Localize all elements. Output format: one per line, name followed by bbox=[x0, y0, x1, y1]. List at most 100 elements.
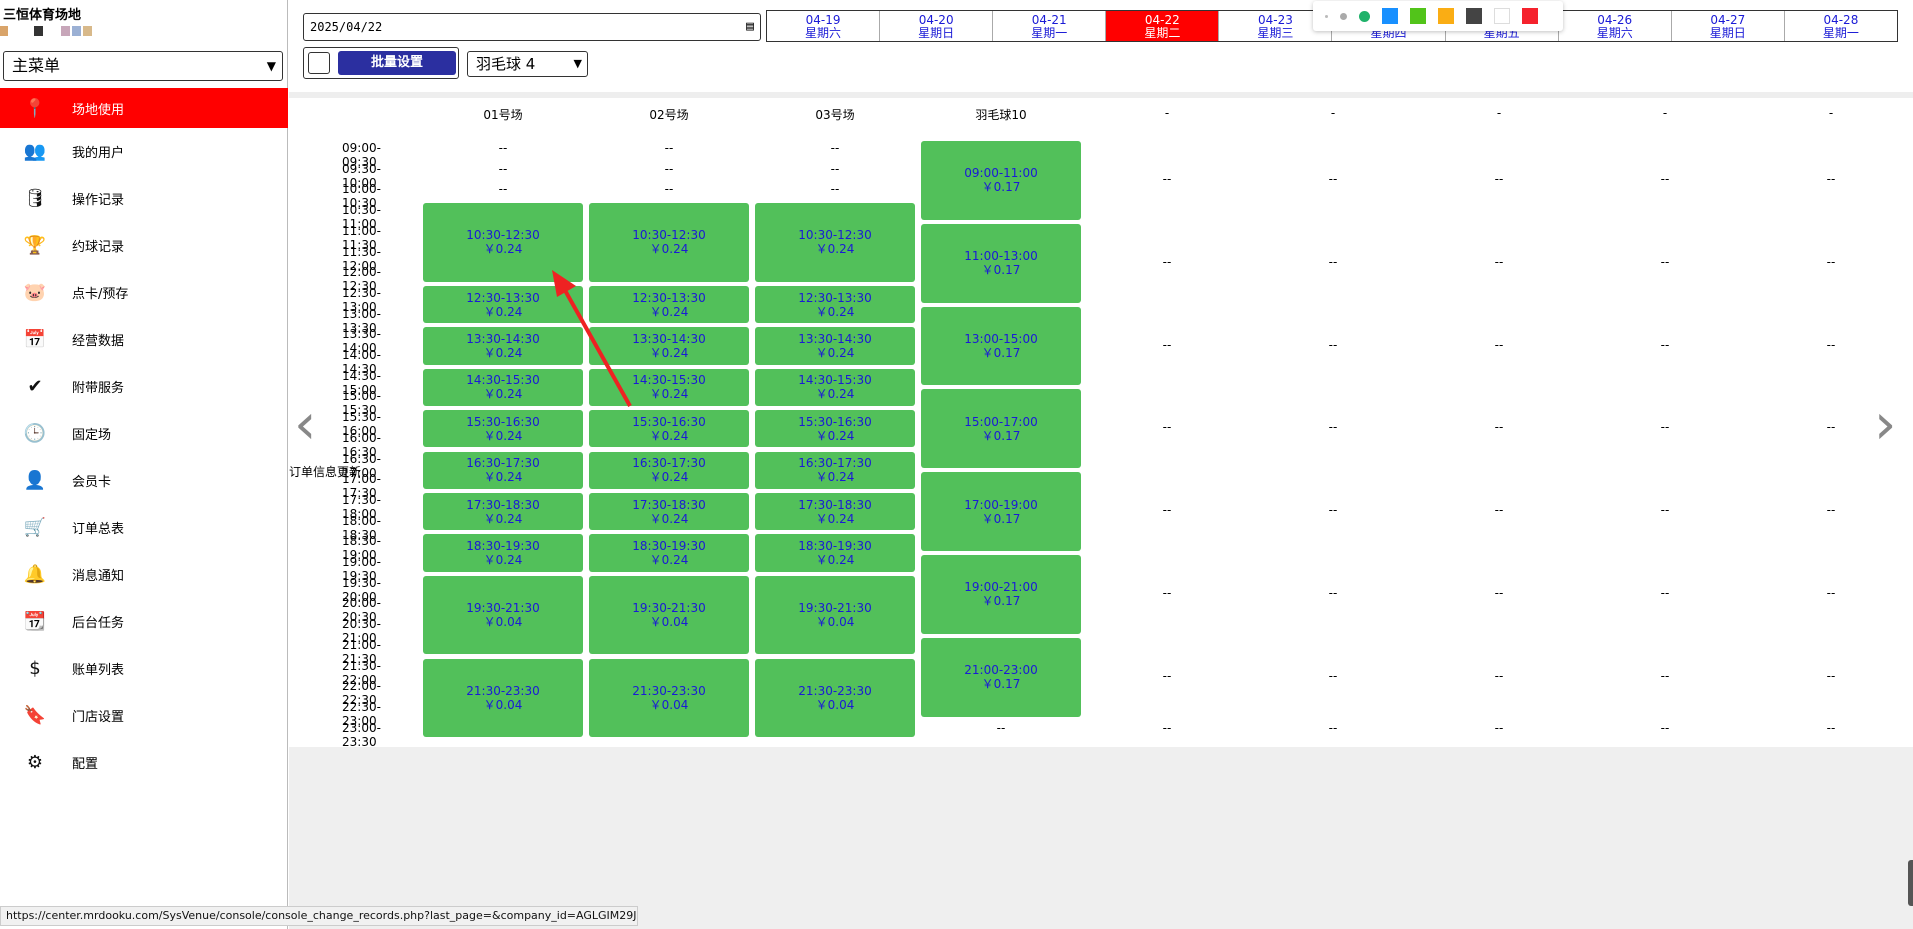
booking-slot[interactable]: 21:00-23:00 ￥0.17 bbox=[921, 637, 1081, 717]
booking-slot[interactable]: 19:00-21:00 ￥0.17 bbox=[921, 555, 1081, 634]
small-dot-size-icon[interactable] bbox=[1325, 14, 1328, 18]
batch-settings-button[interactable]: 批量设置 bbox=[338, 51, 456, 75]
booking-slot[interactable]: 18:30-19:30 ￥0.24 bbox=[423, 534, 583, 572]
slot-price: ￥0.17 bbox=[981, 594, 1021, 609]
booking-slot[interactable]: 13:30-14:30 ￥0.24 bbox=[755, 327, 915, 365]
booking-slot[interactable]: 19:30-21:30 ￥0.04 bbox=[589, 575, 749, 655]
sidebar-item-9[interactable]: 🛒 订单总表 bbox=[0, 504, 288, 551]
booking-slot[interactable]: 15:30-16:30 ￥0.24 bbox=[423, 410, 583, 448]
empty-cell: -- bbox=[1826, 254, 1836, 269]
slot-time: 10:30-12:30 bbox=[798, 228, 872, 243]
booking-slot[interactable]: 17:30-18:30 ￥0.24 bbox=[589, 492, 749, 531]
slot-price: ￥0.04 bbox=[649, 615, 689, 630]
empty-cell: -- bbox=[664, 161, 674, 176]
slot-price: ￥0.17 bbox=[981, 345, 1021, 360]
color-swatch-4[interactable] bbox=[1494, 8, 1510, 24]
color-swatch-0[interactable] bbox=[1382, 8, 1398, 24]
color-swatch-3[interactable] bbox=[1466, 8, 1482, 24]
sidebar-item-3[interactable]: 🏆 约球记录 bbox=[0, 222, 288, 269]
slot-price: ￥0.17 bbox=[981, 180, 1021, 195]
booking-slot[interactable]: 14:30-15:30 ￥0.24 bbox=[589, 368, 749, 407]
sidebar-item-label: 后台任务 bbox=[72, 616, 125, 631]
booking-slot[interactable]: 17:30-18:30 ￥0.24 bbox=[755, 492, 915, 531]
court-select[interactable]: 羽毛球 4 ▼ bbox=[467, 51, 588, 77]
booking-slot[interactable]: 21:30-23:30 ￥0.04 bbox=[589, 658, 749, 738]
booking-slot[interactable]: 16:30-17:30 ￥0.24 bbox=[589, 451, 749, 489]
booking-slot[interactable]: 12:30-13:30 ￥0.24 bbox=[589, 285, 749, 324]
sidebar-item-6[interactable]: ✔ 附带服务 bbox=[0, 363, 288, 410]
side-scroll-tab[interactable] bbox=[1908, 860, 1913, 906]
day-tab-04-28[interactable]: 04-28 星期一 bbox=[1785, 11, 1897, 41]
booking-slot[interactable]: 16:30-17:30 ￥0.24 bbox=[423, 451, 583, 489]
booking-slot[interactable]: 21:30-23:30 ￥0.04 bbox=[755, 658, 915, 738]
booking-slot[interactable]: 14:30-15:30 ￥0.24 bbox=[423, 368, 583, 407]
empty-cell: -- bbox=[1494, 586, 1504, 601]
sidebar-item-0[interactable]: 📍 场地使用 bbox=[0, 88, 288, 128]
sidebar-item-13[interactable]: 🔖 门店设置 bbox=[0, 692, 288, 739]
sidebar-item-14[interactable]: ⚙ 配置 bbox=[0, 739, 288, 786]
booking-slot[interactable]: 12:30-13:30 ￥0.24 bbox=[423, 285, 583, 324]
slot-price: ￥0.24 bbox=[649, 345, 689, 360]
slot-time: 11:00-13:00 bbox=[964, 249, 1038, 264]
booking-slot[interactable]: 14:30-15:30 ￥0.24 bbox=[755, 368, 915, 407]
cart-icon: 🛒 bbox=[23, 517, 47, 538]
booking-slot[interactable]: 19:30-21:30 ￥0.04 bbox=[755, 575, 915, 655]
booking-slot[interactable]: 13:30-14:30 ￥0.24 bbox=[589, 327, 749, 365]
chevron-down-icon: ▼ bbox=[573, 57, 582, 70]
empty-cell: -- bbox=[1826, 720, 1836, 735]
color-swatch-1[interactable] bbox=[1410, 8, 1426, 24]
medium-dot-size-icon[interactable] bbox=[1340, 12, 1347, 20]
booking-slot[interactable]: 16:30-17:30 ￥0.24 bbox=[755, 451, 915, 489]
sidebar-item-1[interactable]: 👥 我的用户 bbox=[0, 128, 288, 175]
slot-price: ￥0.24 bbox=[483, 511, 523, 526]
booking-slot[interactable]: 21:30-23:30 ￥0.04 bbox=[423, 658, 583, 738]
booking-slot[interactable]: 15:30-16:30 ￥0.24 bbox=[755, 410, 915, 448]
booking-slot[interactable]: 15:30-16:30 ￥0.24 bbox=[589, 410, 749, 448]
day-tab-04-27[interactable]: 04-27 星期日 bbox=[1672, 11, 1785, 41]
booking-slot[interactable]: 18:30-19:30 ￥0.24 bbox=[755, 534, 915, 572]
sidebar-item-8[interactable]: 👤 会员卡 bbox=[0, 457, 288, 504]
booking-slot[interactable]: 10:30-12:30 ￥0.24 bbox=[755, 203, 915, 282]
booking-slot[interactable]: 11:00-13:00 ￥0.17 bbox=[921, 223, 1081, 303]
day-tab-04-26[interactable]: 04-26 星期六 bbox=[1559, 11, 1672, 41]
slot-time: 19:30-21:30 bbox=[466, 601, 540, 616]
prev-arrow-icon[interactable]: ‹ bbox=[294, 392, 316, 457]
empty-cell: -- bbox=[1660, 720, 1670, 735]
large-dot-size-icon[interactable] bbox=[1359, 10, 1370, 22]
date-input[interactable]: 2025/04/22 ▤ bbox=[303, 13, 761, 41]
booking-slot[interactable]: 17:30-18:30 ￥0.24 bbox=[423, 492, 583, 531]
booking-slot[interactable]: 09:00-11:00 ￥0.17 bbox=[921, 141, 1081, 220]
day-tab-04-21[interactable]: 04-21 星期一 bbox=[993, 11, 1107, 41]
day-tab-04-20[interactable]: 04-20 星期日 bbox=[880, 11, 994, 41]
booking-slot[interactable]: 10:30-12:30 ￥0.24 bbox=[589, 203, 749, 282]
select-all-checkbox[interactable] bbox=[308, 52, 330, 74]
booking-slot[interactable]: 12:30-13:30 ￥0.24 bbox=[755, 285, 915, 324]
booking-slot[interactable]: 10:30-12:30 ￥0.24 bbox=[423, 203, 583, 282]
empty-cell: -- bbox=[1494, 503, 1504, 518]
sidebar-item-5[interactable]: 📅 经营数据 bbox=[0, 316, 288, 363]
sidebar-item-10[interactable]: 🔔 消息通知 bbox=[0, 551, 288, 598]
slot-time: 21:30-23:30 bbox=[632, 683, 706, 698]
next-arrow-icon[interactable]: › bbox=[1874, 392, 1896, 457]
booking-slot[interactable]: 13:30-14:30 ￥0.24 bbox=[423, 327, 583, 365]
empty-cell: -- bbox=[1494, 720, 1504, 735]
day-tab-04-22[interactable]: 04-22 星期二 bbox=[1106, 11, 1220, 41]
booking-slot[interactable]: 19:30-21:30 ￥0.04 bbox=[423, 575, 583, 655]
day-tab-04-19[interactable]: 04-19 星期六 bbox=[767, 11, 881, 41]
empty-cell: -- bbox=[1494, 254, 1504, 269]
booking-slot[interactable]: 17:00-19:00 ￥0.17 bbox=[921, 472, 1081, 551]
color-swatch-2[interactable] bbox=[1438, 8, 1454, 24]
database-icon: 🛢 bbox=[23, 188, 47, 209]
booking-slot[interactable]: 18:30-19:30 ￥0.24 bbox=[589, 534, 749, 572]
slot-time: 13:30-14:30 bbox=[632, 331, 706, 346]
sidebar-item-7[interactable]: 🕒 固定场 bbox=[0, 410, 288, 457]
sidebar-item-2[interactable]: 🛢 操作记录 bbox=[0, 175, 288, 222]
booking-slot[interactable]: 15:00-17:00 ￥0.17 bbox=[921, 389, 1081, 469]
main-menu-select[interactable]: 主菜单 ▼ bbox=[3, 51, 283, 81]
color-swatch-5[interactable] bbox=[1522, 8, 1538, 24]
calendar-icon[interactable]: ▤ bbox=[746, 14, 754, 40]
sidebar-item-11[interactable]: 📆 后台任务 bbox=[0, 598, 288, 645]
booking-slot[interactable]: 13:00-15:00 ￥0.17 bbox=[921, 306, 1081, 386]
sidebar-item-4[interactable]: 🐷 点卡/预存 bbox=[0, 269, 288, 316]
sidebar-item-12[interactable]: $ 账单列表 bbox=[0, 645, 288, 692]
